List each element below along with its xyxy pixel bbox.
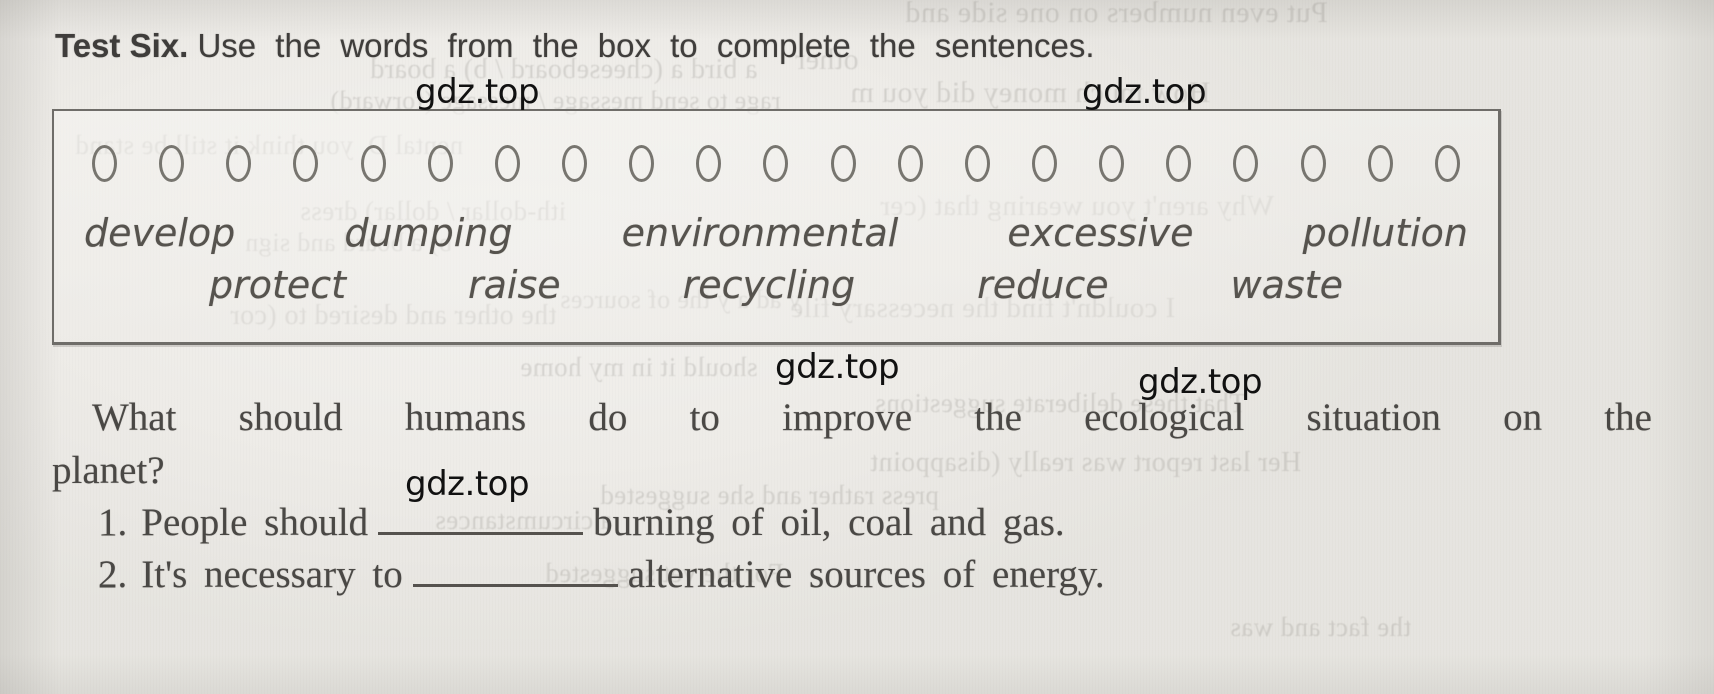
question-word: situation bbox=[1306, 396, 1441, 439]
exercise-heading: Test Six. Use the words from the box to … bbox=[55, 27, 1655, 65]
word-bank-word[interactable]: pollution bbox=[1303, 211, 1468, 255]
question-word: improve bbox=[782, 396, 913, 439]
word-bank-word[interactable]: excessive bbox=[1007, 211, 1193, 255]
ring-binder-hole-icon bbox=[897, 145, 923, 182]
scanned-textbook-page: Put even numbers on one side and other a b… bbox=[0, 0, 1714, 694]
question-word: the bbox=[974, 396, 1022, 439]
question-word: humans bbox=[404, 396, 527, 439]
exercise-instruction-text: Use the words from the box to complete t… bbox=[197, 27, 1095, 64]
ring-binder-hole-icon bbox=[1367, 145, 1393, 182]
question-line-2: planet? bbox=[52, 449, 165, 492]
question-line-1: What should humans do to improve the ecological… bbox=[92, 395, 1652, 440]
site-watermark: gdz.top bbox=[1138, 362, 1263, 402]
bleed-through-text: Her last report was really (disappoint bbox=[870, 447, 1302, 478]
word-bank-word[interactable]: environmental bbox=[622, 211, 899, 255]
word-bank-word[interactable]: waste bbox=[1231, 263, 1343, 307]
ring-binder-hole-icon bbox=[1300, 145, 1326, 182]
ring-binder-hole-icon bbox=[427, 145, 453, 182]
site-watermark: gdz.top bbox=[775, 347, 900, 387]
exercise-item-2: 2. It's necessary to alternative sources… bbox=[98, 552, 1105, 597]
question-word: should bbox=[238, 396, 343, 439]
exercise-item-1: 1. People should burning of oil, coal an… bbox=[98, 500, 1065, 545]
ring-binder-hole-icon bbox=[1434, 145, 1460, 182]
ring-binder-hole-icon bbox=[92, 145, 117, 182]
word-bank-box: develop dumping environmental excessive poll… bbox=[52, 109, 1501, 345]
ring-binder-hole-icon bbox=[830, 145, 856, 182]
site-watermark: gdz.top bbox=[415, 72, 540, 112]
site-watermark: gdz.top bbox=[405, 464, 530, 504]
word-bank-row-2: protect raise recycling reduce waste bbox=[54, 263, 1498, 307]
word-bank-word[interactable]: dumping bbox=[344, 211, 512, 255]
word-bank-word[interactable]: recycling bbox=[683, 263, 856, 307]
item-2-answer-blank[interactable] bbox=[412, 553, 618, 587]
item-1-number: 1. bbox=[98, 501, 128, 544]
ring-binder-hole-icon bbox=[696, 145, 722, 182]
item-1-answer-blank[interactable] bbox=[378, 501, 584, 535]
question-word: What bbox=[92, 396, 177, 439]
word-bank-word[interactable]: develop bbox=[84, 211, 235, 255]
ring-binder-hole-icon bbox=[561, 145, 587, 182]
word-bank-word[interactable]: raise bbox=[468, 263, 561, 307]
item-1-text-before-blank: People should bbox=[141, 501, 369, 544]
exercise-number-label: Test Six. bbox=[55, 27, 189, 64]
word-bank-word[interactable]: protect bbox=[209, 263, 346, 307]
item-2-text-before-blank: It's necessary to bbox=[141, 553, 403, 596]
ring-binder-hole-icon bbox=[293, 145, 319, 182]
item-2-number: 2. bbox=[98, 553, 128, 596]
bleed-through-text: Put even numbers on one side and bbox=[905, 0, 1328, 29]
ring-binder-hole-icon bbox=[494, 145, 520, 182]
ring-binder-hole-icon bbox=[1031, 145, 1057, 182]
bleed-through-text: the fact and was bbox=[1230, 612, 1412, 642]
ring-binder-hole-icon bbox=[159, 145, 185, 182]
item-1-text-after-blank: burning of oil, coal and gas. bbox=[593, 501, 1065, 544]
ring-binder-hole-strip bbox=[54, 145, 1498, 185]
question-word: the bbox=[1604, 396, 1652, 439]
ring-binder-hole-icon bbox=[1233, 145, 1259, 182]
question-word: on bbox=[1503, 396, 1543, 439]
word-bank-row-1: develop dumping environmental excessive poll… bbox=[54, 211, 1498, 255]
ring-binder-hole-icon bbox=[629, 145, 655, 182]
ring-binder-hole-icon bbox=[1166, 145, 1192, 182]
ring-binder-hole-icon bbox=[226, 145, 252, 182]
site-watermark: gdz.top bbox=[1082, 72, 1207, 112]
word-bank-word[interactable]: reduce bbox=[977, 263, 1108, 307]
ring-binder-hole-icon bbox=[1099, 145, 1125, 182]
ring-binder-hole-icon bbox=[964, 145, 990, 182]
ring-binder-hole-icon bbox=[763, 145, 789, 182]
question-word: to bbox=[689, 396, 720, 439]
question-word: do bbox=[588, 396, 628, 439]
ring-binder-hole-icon bbox=[360, 145, 386, 182]
item-2-text-after-blank: alternative sources of energy. bbox=[627, 553, 1105, 596]
bleed-through-text: should it in my home bbox=[520, 352, 758, 382]
